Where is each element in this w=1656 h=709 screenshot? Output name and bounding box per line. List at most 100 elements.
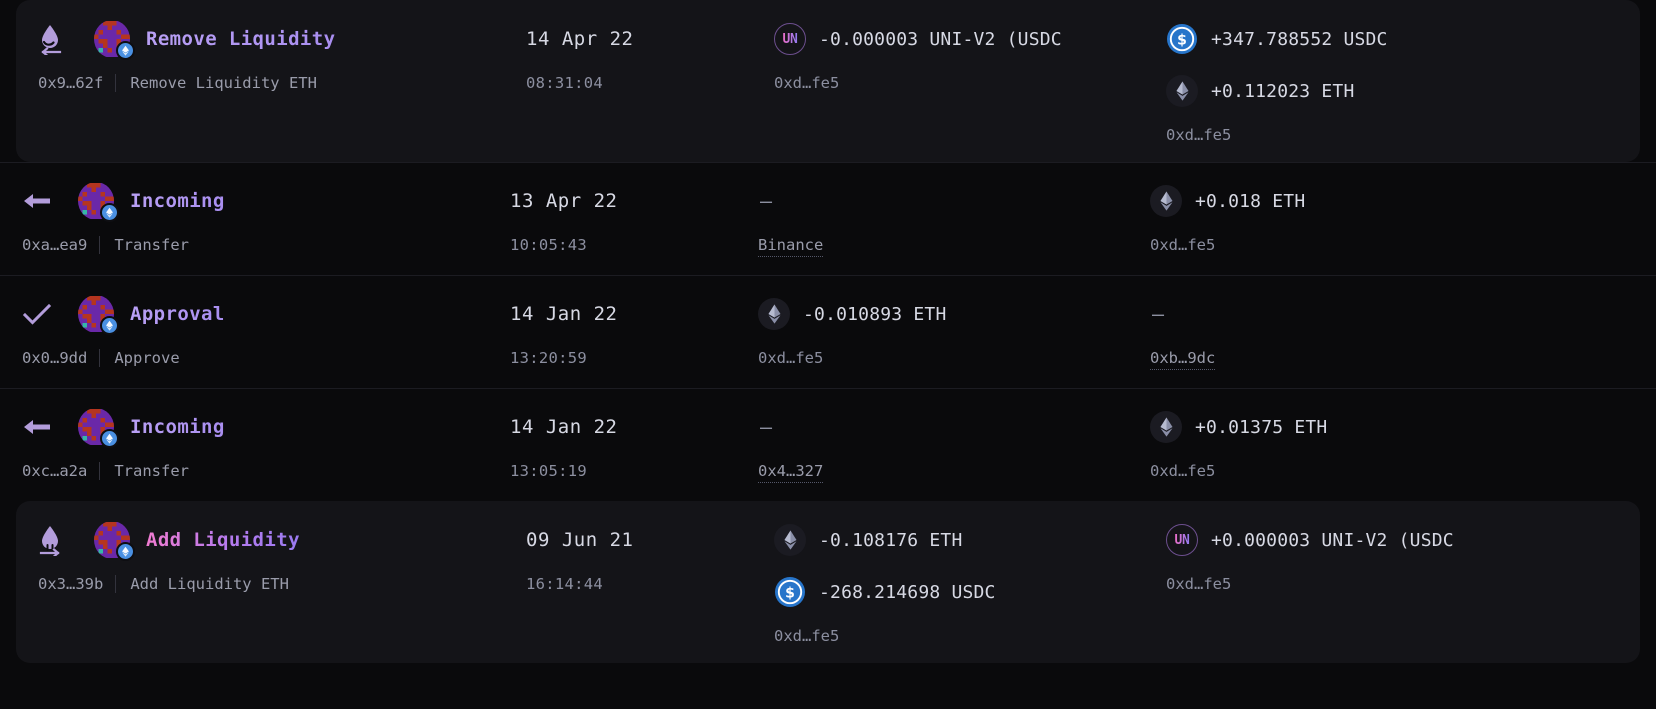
transaction-hash[interactable]: 0xa…ea9 [22, 236, 101, 254]
asset-amount: +0.000003 UNI-V2 (USDC [1211, 529, 1454, 551]
transaction-received-column: — 0xb…9dc [1150, 293, 1620, 370]
asset-line: $ +347.788552 USDC [1166, 18, 1636, 60]
checkmark-approval-icon [22, 297, 64, 331]
transaction-history-list: Remove Liquidity 0x9…62f Remove Liquidit… [0, 0, 1656, 709]
transaction-hash[interactable]: 0x9…62f [38, 74, 117, 92]
transaction-sent-column: -0.010893 ETH 0xd…fe5 [758, 293, 1150, 367]
ethereum-badge-icon [116, 41, 135, 60]
transaction-row[interactable]: Add Liquidity 0x3…39b Add Liquidity ETH … [16, 501, 1640, 663]
asset-line: $ -268.214698 USDC [774, 571, 1166, 613]
transaction-row[interactable]: Remove Liquidity 0x9…62f Remove Liquidit… [16, 0, 1640, 162]
transaction-date: 13 Apr 22 [510, 190, 618, 212]
transaction-hash[interactable]: 0x3…39b [38, 575, 117, 593]
asset-amount: +0.018 ETH [1195, 190, 1306, 212]
transaction-time: 13:05:19 [510, 462, 588, 480]
transaction-title: Incoming [130, 416, 225, 438]
liquidity-add-icon [38, 523, 80, 557]
transaction-type-header: Incoming [22, 406, 510, 448]
transaction-subinfo: 0xc…a2a Transfer [22, 462, 510, 480]
counterparty-link[interactable]: 0x4…327 [758, 462, 824, 483]
transaction-type-header: Remove Liquidity [38, 18, 526, 60]
transaction-date-column: 14 Jan 22 13:20:59 [510, 293, 758, 367]
transaction-date-column: 14 Apr 22 08:31:04 [526, 18, 774, 92]
uni-token-icon: UN [1166, 524, 1198, 556]
transaction-date: 09 Jun 21 [526, 529, 634, 551]
transaction-hash[interactable]: 0xc…a2a [22, 462, 101, 480]
transaction-method: Add Liquidity ETH [130, 575, 289, 593]
transaction-sent-column: — 0x4…327 [758, 406, 1150, 483]
transaction-method: Transfer [114, 236, 189, 254]
ethereum-badge-icon [100, 203, 119, 222]
counterparty-address: 0xd…fe5 [1166, 126, 1232, 144]
asset-line: UN +0.000003 UNI-V2 (USDC [1166, 519, 1636, 561]
svg-text:$: $ [1177, 32, 1187, 48]
counterparty-address: 0xd…fe5 [774, 627, 840, 645]
counterparty-address: 0xd…fe5 [1166, 575, 1232, 593]
asset-amount: -0.108176 ETH [819, 529, 963, 551]
counterparty-address: 0xd…fe5 [1150, 236, 1216, 254]
ethereum-badge-icon [100, 429, 119, 448]
usdc-token-icon: $ [774, 576, 806, 608]
eth-token-icon [774, 524, 806, 556]
transaction-type-column: Approval 0x0…9dd Approve [0, 293, 510, 367]
transaction-method: Transfer [114, 462, 189, 480]
transaction-received-column: $ +347.788552 USDC +0.112023 ETH 0xd…fe5 [1166, 18, 1636, 144]
asset-amount: +0.01375 ETH [1195, 416, 1328, 438]
counterparty-address: 0xd…fe5 [758, 349, 824, 367]
asset-amount: +347.788552 USDC [1211, 28, 1388, 50]
transaction-time: 16:14:44 [526, 575, 604, 593]
transaction-type-header: Add Liquidity [38, 519, 526, 561]
transaction-time: 10:05:43 [510, 236, 588, 254]
asset-empty-dash: — [760, 415, 773, 439]
asset-amount: -0.000003 UNI-V2 (USDC [819, 28, 1062, 50]
transaction-date: 14 Apr 22 [526, 28, 634, 50]
asset-empty-dash: — [760, 189, 773, 213]
uni-token-label: UN [1174, 532, 1190, 548]
transaction-row[interactable]: Incoming 0xc…a2a Transfer 14 Jan 22 13:0… [0, 388, 1656, 501]
transaction-time: 08:31:04 [526, 74, 604, 92]
transaction-subinfo: 0x9…62f Remove Liquidity ETH [38, 74, 526, 92]
avatar[interactable] [94, 521, 135, 561]
counterparty-address: 0xd…fe5 [774, 74, 840, 92]
transaction-row[interactable]: Incoming 0xa…ea9 Transfer 13 Apr 22 10:0… [0, 162, 1656, 275]
transaction-type-column: Remove Liquidity 0x9…62f Remove Liquidit… [16, 18, 526, 92]
eth-token-icon [1150, 185, 1182, 217]
avatar[interactable] [78, 408, 119, 448]
transaction-type-column: Add Liquidity 0x3…39b Add Liquidity ETH [16, 519, 526, 593]
counterparty-link[interactable]: 0xb…9dc [1150, 349, 1216, 370]
transaction-received-column: +0.01375 ETH 0xd…fe5 [1150, 406, 1620, 480]
arrow-left-incoming-icon [22, 184, 64, 218]
asset-line: UN -0.000003 UNI-V2 (USDC [774, 18, 1166, 60]
counterparty-link[interactable]: Binance [758, 236, 824, 257]
transaction-title: Remove Liquidity [146, 28, 336, 50]
avatar[interactable] [78, 182, 119, 222]
asset-line: +0.112023 ETH [1166, 70, 1636, 112]
transaction-type-column: Incoming 0xa…ea9 Transfer [0, 180, 510, 254]
transaction-hash[interactable]: 0x0…9dd [22, 349, 101, 367]
liquidity-remove-icon [38, 22, 80, 56]
transaction-date: 14 Jan 22 [510, 303, 618, 325]
eth-token-icon [1166, 75, 1198, 107]
transaction-type-header: Incoming [22, 180, 510, 222]
asset-line: -0.108176 ETH [774, 519, 1166, 561]
transaction-row[interactable]: Approval 0x0…9dd Approve 14 Jan 22 13:20… [0, 275, 1656, 388]
transaction-received-column: UN +0.000003 UNI-V2 (USDC 0xd…fe5 [1166, 519, 1636, 593]
uni-token-icon: UN [774, 23, 806, 55]
counterparty-address: 0xd…fe5 [1150, 462, 1216, 480]
arrow-left-incoming-icon [22, 410, 64, 444]
transaction-date-column: 14 Jan 22 13:05:19 [510, 406, 758, 480]
transaction-sent-column: UN -0.000003 UNI-V2 (USDC 0xd…fe5 [774, 18, 1166, 92]
ethereum-badge-icon [116, 542, 135, 561]
asset-line: +0.018 ETH [1150, 180, 1620, 222]
eth-token-icon [1150, 411, 1182, 443]
transaction-date-column: 09 Jun 21 16:14:44 [526, 519, 774, 593]
transaction-method: Approve [114, 349, 180, 367]
transaction-date-column: 13 Apr 22 10:05:43 [510, 180, 758, 254]
transaction-received-column: +0.018 ETH 0xd…fe5 [1150, 180, 1620, 254]
transaction-subinfo: 0x0…9dd Approve [22, 349, 510, 367]
avatar[interactable] [78, 295, 119, 335]
transaction-type-column: Incoming 0xc…a2a Transfer [0, 406, 510, 480]
transaction-method: Remove Liquidity ETH [130, 74, 317, 92]
asset-line: +0.01375 ETH [1150, 406, 1620, 448]
avatar[interactable] [94, 20, 135, 60]
